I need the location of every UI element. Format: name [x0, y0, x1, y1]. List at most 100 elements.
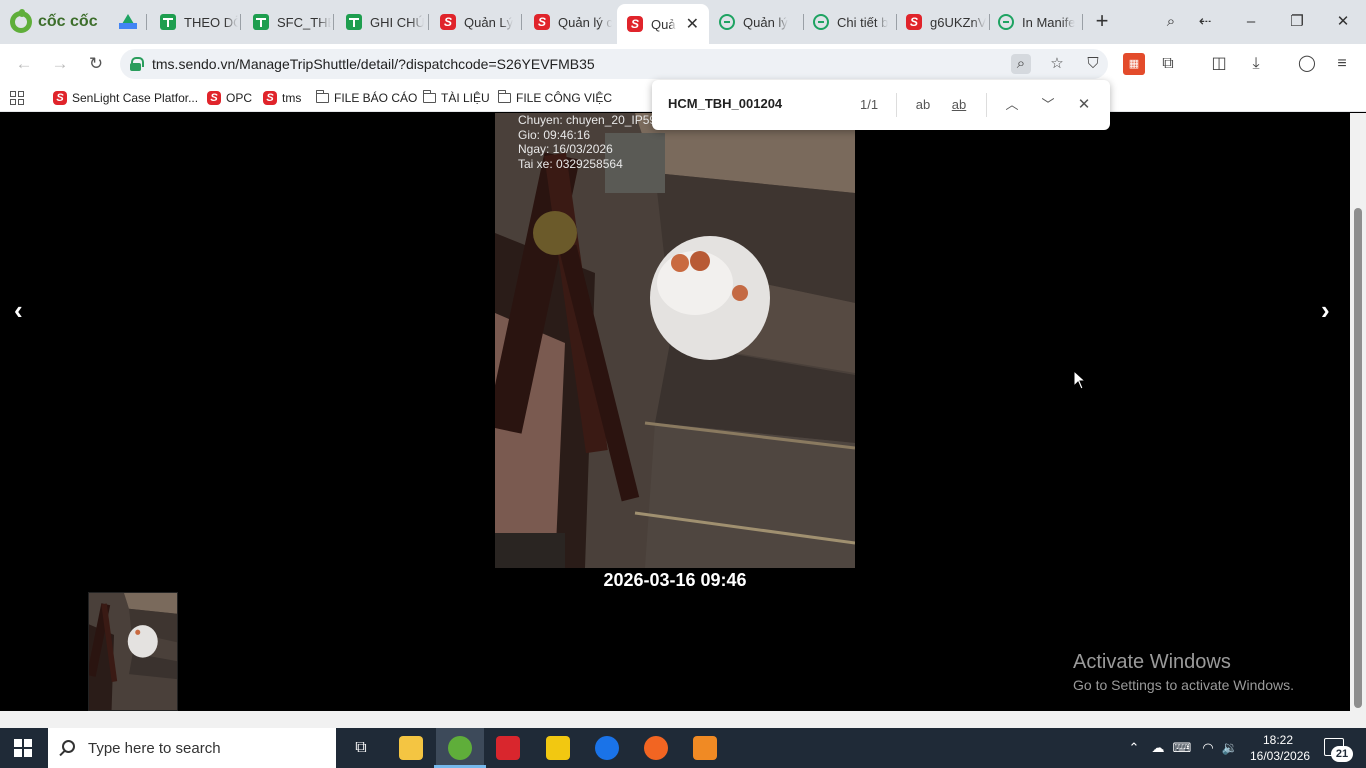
find-separator [896, 93, 897, 117]
google-sheets-icon [253, 14, 269, 30]
url-text[interactable]: tms.sendo.vn/ManageTripShuttle/detail/?d… [152, 56, 595, 72]
lock-icon[interactable] [130, 57, 144, 71]
wifi-icon[interactable]: ◠ [1198, 738, 1218, 758]
ultraviewer-icon[interactable] [644, 736, 668, 760]
windows-start-icon[interactable] [14, 739, 32, 757]
forward-arrow-icon[interactable]: → [48, 52, 72, 76]
extensions-puzzle-icon[interactable]: ⧉ [1157, 53, 1179, 75]
google-drive-icon[interactable] [119, 14, 137, 29]
windows-taskbar: Type here to search ⧉ ⌃ ☁ ⌨ ◠ 🔉 18:22 16… [0, 728, 1366, 768]
keyboard-language-icon[interactable]: ⌨ [1172, 738, 1192, 758]
bookmark-file-cong-viec[interactable]: FILE CÔNG VIỆC [497, 88, 612, 108]
taskbar-search-box[interactable]: Type here to search [48, 728, 336, 768]
reload-icon[interactable]: ↻ [84, 52, 108, 76]
tray-chevron-up-icon[interactable]: ⌃ [1125, 738, 1143, 758]
tab-label: Quản lý [743, 14, 788, 30]
activation-title: Activate Windows [1073, 651, 1231, 673]
sticky-notes-icon[interactable] [546, 736, 570, 760]
sendo-icon [263, 91, 277, 105]
tab-separator [146, 14, 147, 30]
onedrive-icon[interactable]: ☁ [1148, 738, 1168, 758]
tab-quan-ly-1[interactable]: Quản Lý [430, 8, 518, 36]
overlay-driver-line: Tai xe: 0329258564 [518, 156, 623, 171]
tab-chi-tiet[interactable]: Chi tiết b [803, 8, 895, 36]
browser-brand[interactable]: cốc cốc [10, 9, 98, 34]
bookmark-label: TÀI LIỆU [441, 91, 490, 105]
green-circle-icon [813, 14, 829, 30]
zalo-icon[interactable] [595, 736, 619, 760]
next-image-button[interactable]: › [1321, 295, 1330, 326]
overlay-date-line: Ngay: 16/03/2026 [518, 142, 613, 156]
extension-chart-icon[interactable]: ▦ [1123, 53, 1145, 75]
search-placeholder: Type here to search [88, 740, 221, 757]
tab-in-manifest[interactable]: In Manife [988, 8, 1080, 36]
tab-quan-ly-3[interactable]: Quản lý [709, 8, 801, 36]
find-in-page-icon[interactable]: ⌕ [1011, 54, 1031, 74]
profile-avatar-icon[interactable]: ◯ [1296, 53, 1318, 75]
prev-image-button[interactable]: ‹ [14, 295, 23, 326]
tab-sfc[interactable]: SFC_THE [243, 8, 331, 36]
notification-count-badge: 21 [1331, 746, 1353, 762]
minimize-icon[interactable]: – [1237, 10, 1265, 34]
bookmark-senlight[interactable]: SenLight Case Platfor... [53, 88, 198, 108]
shield-icon[interactable]: ⛉ [1083, 54, 1103, 74]
address-bar[interactable]: tms.sendo.vn/ManageTripShuttle/detail/?d… [120, 49, 1108, 79]
tab-close-icon[interactable]: ✕ [686, 14, 699, 34]
bookmark-tai-lieu[interactable]: TÀI LIỆU [422, 88, 490, 108]
green-circle-icon [998, 14, 1014, 30]
find-next-chevron-down-icon[interactable]: ﹀ [1036, 93, 1060, 117]
folder-icon [497, 90, 511, 103]
match-case-toggle[interactable]: ab [911, 93, 935, 117]
tab-separator [428, 14, 429, 30]
volume-icon[interactable]: 🔉 [1220, 738, 1240, 758]
tab-g6ukznv[interactable]: g6UKZnV [896, 8, 988, 36]
back-arrow-icon[interactable]: ← [12, 52, 36, 76]
page-scrollbar[interactable] [1350, 113, 1366, 711]
wps-office-icon[interactable] [496, 736, 520, 760]
google-sheets-icon [160, 14, 176, 30]
horizontal-scroll-area [0, 711, 1366, 728]
tab-active-quan-ly[interactable]: Quả ✕ [617, 4, 709, 44]
tab-label: In Manife [1022, 14, 1076, 30]
sendo-icon [627, 16, 643, 32]
tab-label: Quản lý c [558, 14, 612, 30]
photo-illustration [495, 113, 855, 568]
sublime-icon[interactable] [693, 736, 717, 760]
tab-ghi-chu[interactable]: GHI CHÚ [336, 8, 424, 36]
window-close-icon[interactable]: ✕ [1329, 10, 1357, 34]
new-tab-plus-icon[interactable]: + [1092, 10, 1112, 34]
bookmark-file-bao-cao[interactable]: FILE BÁO CÁO [315, 88, 417, 108]
task-view-icon[interactable]: ⧉ [350, 738, 372, 758]
tab-label: GHI CHÚ [370, 14, 424, 30]
restore-icon[interactable]: ❐ [1283, 10, 1311, 34]
find-separator [986, 93, 987, 117]
tab-quan-ly-2[interactable]: Quản lý c [524, 8, 612, 36]
clock-date: 16/03/2026 [1250, 749, 1311, 763]
scrollbar-thumb[interactable] [1354, 208, 1362, 708]
whole-word-toggle[interactable]: ab [947, 93, 971, 117]
file-explorer-icon[interactable] [399, 736, 423, 760]
back-history-icon[interactable]: ⇠ [1191, 10, 1219, 34]
sendo-icon [53, 91, 67, 105]
find-previous-chevron-up-icon[interactable]: ︿ [1000, 93, 1024, 117]
tab-search-icon[interactable]: ⌕ [1157, 10, 1185, 34]
coccoc-taskbar-icon[interactable] [434, 736, 486, 768]
split-view-icon[interactable]: ◫ [1208, 53, 1230, 75]
coccoc-logo-icon [10, 9, 32, 33]
sendo-icon [207, 91, 221, 105]
find-close-icon[interactable]: ✕ [1072, 93, 1096, 117]
bookmark-label: tms [282, 91, 302, 105]
bookmark-opc[interactable]: OPC [207, 88, 252, 108]
green-circle-icon [719, 14, 735, 30]
photo-thumbnail[interactable] [88, 592, 178, 711]
clock-time: 18:22 [1262, 733, 1294, 747]
apps-grid-icon[interactable] [10, 91, 24, 105]
menu-hamburger-icon[interactable]: ≡ [1331, 53, 1353, 75]
download-icon[interactable]: ⤓ [1245, 53, 1267, 75]
taskbar-clock[interactable]: 18:22 16/03/2026 [1250, 732, 1311, 764]
bookmark-tms[interactable]: tms [263, 88, 301, 108]
bookmark-star-icon[interactable]: ☆ [1047, 54, 1067, 74]
find-input[interactable] [668, 96, 848, 111]
tab-theo-doi[interactable]: THEO DÕ [150, 8, 238, 36]
google-sheets-icon [346, 14, 362, 30]
